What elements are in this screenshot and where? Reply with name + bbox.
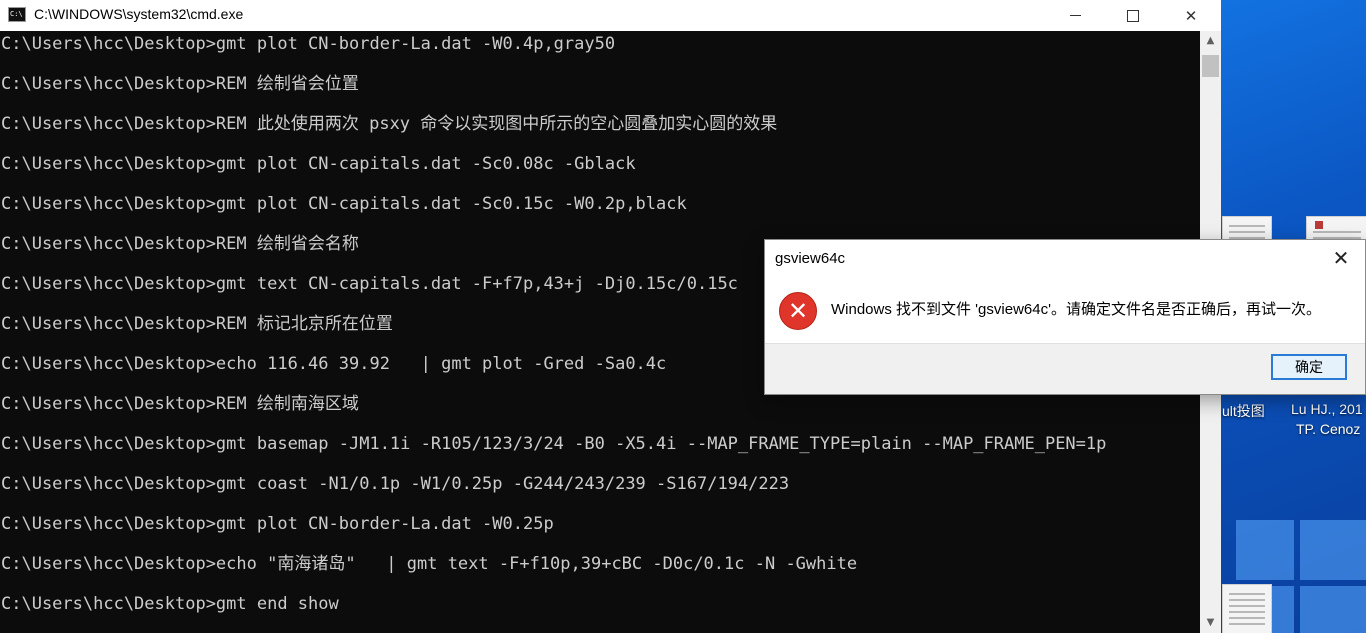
dialog-message: Windows 找不到文件 'gsview64c'。请确定文件名是否正确后，再试…: [831, 301, 1321, 318]
dialog-footer: 确定: [765, 343, 1365, 394]
desktop-file-label[interactable]: ult投图: [1222, 401, 1265, 421]
desktop-file-label[interactable]: Lu HJ., 201: [1291, 401, 1363, 417]
wallpaper-pane: [1300, 520, 1366, 580]
maximize-icon: [1127, 9, 1139, 22]
console-line: C:\Users\hcc\Desktop>gmt plot CN-border-…: [1, 34, 616, 54]
console-line: C:\Users\hcc\Desktop>gmt end show: [1, 594, 339, 614]
dialog-title: gsview64c: [775, 250, 846, 267]
dialog-close-button[interactable]: ✕: [1325, 244, 1357, 274]
error-icon: ✕: [779, 292, 817, 330]
console-line: C:\Users\hcc\Desktop>gmt plot CN-capital…: [1, 154, 636, 174]
console-line: C:\Users\hcc\Desktop>echo "南海诸岛" | gmt t…: [1, 554, 858, 574]
close-icon: ✕: [1184, 6, 1198, 25]
desktop-file-thumbnail[interactable]: [1222, 584, 1272, 633]
console-line: C:\Users\hcc\Desktop>REM 标记北京所在位置: [1, 314, 393, 334]
console-line: C:\Users\hcc\Desktop>REM 绘制南海区域: [1, 394, 359, 414]
wallpaper-pane: [1236, 520, 1294, 580]
wallpaper-pane: [1300, 586, 1366, 633]
console-line: C:\Users\hcc\Desktop>gmt basemap -JM1.1i…: [1, 434, 1107, 454]
close-button[interactable]: ✕: [1162, 0, 1220, 31]
minimize-icon: [1069, 15, 1081, 16]
cmd-app-icon[interactable]: C:\: [8, 7, 26, 22]
close-icon: ✕: [1332, 248, 1350, 270]
scroll-up-arrow-icon[interactable]: ▲: [1200, 31, 1221, 51]
maximize-button[interactable]: [1104, 0, 1162, 31]
console-line: C:\Users\hcc\Desktop>REM 绘制省会位置: [1, 74, 359, 94]
console-line: C:\Users\hcc\Desktop>echo 116.46 39.92 |…: [1, 354, 667, 374]
console-line: C:\Users\hcc\Desktop>REM 绘制省会名称: [1, 234, 359, 254]
window-titlebar[interactable]: C:\ C:\WINDOWS\system32\cmd.exe ✕: [0, 0, 1221, 31]
error-dialog: gsview64c ✕ ✕ Windows 找不到文件 'gsview64c'。…: [764, 239, 1366, 395]
console-line: C:\Users\hcc\Desktop>REM 此处使用两次 psxy 命令以…: [1, 114, 778, 134]
window-title: C:\WINDOWS\system32\cmd.exe: [34, 6, 244, 22]
console-line: C:\Users\hcc\Desktop>gmt text CN-capital…: [1, 274, 738, 294]
desktop-file-label[interactable]: TP. Cenoz: [1296, 421, 1360, 437]
ok-button[interactable]: 确定: [1271, 354, 1347, 380]
scroll-down-arrow-icon[interactable]: ▼: [1200, 613, 1221, 633]
minimize-button[interactable]: [1046, 0, 1104, 31]
scroll-thumb[interactable]: [1202, 55, 1219, 77]
console-line: C:\Users\hcc\Desktop>gmt plot CN-capital…: [1, 194, 687, 214]
console-line: C:\Users\hcc\Desktop>gmt coast -N1/0.1p …: [1, 474, 790, 494]
console-line: C:\Users\hcc\Desktop>gmt plot CN-border-…: [1, 514, 554, 534]
